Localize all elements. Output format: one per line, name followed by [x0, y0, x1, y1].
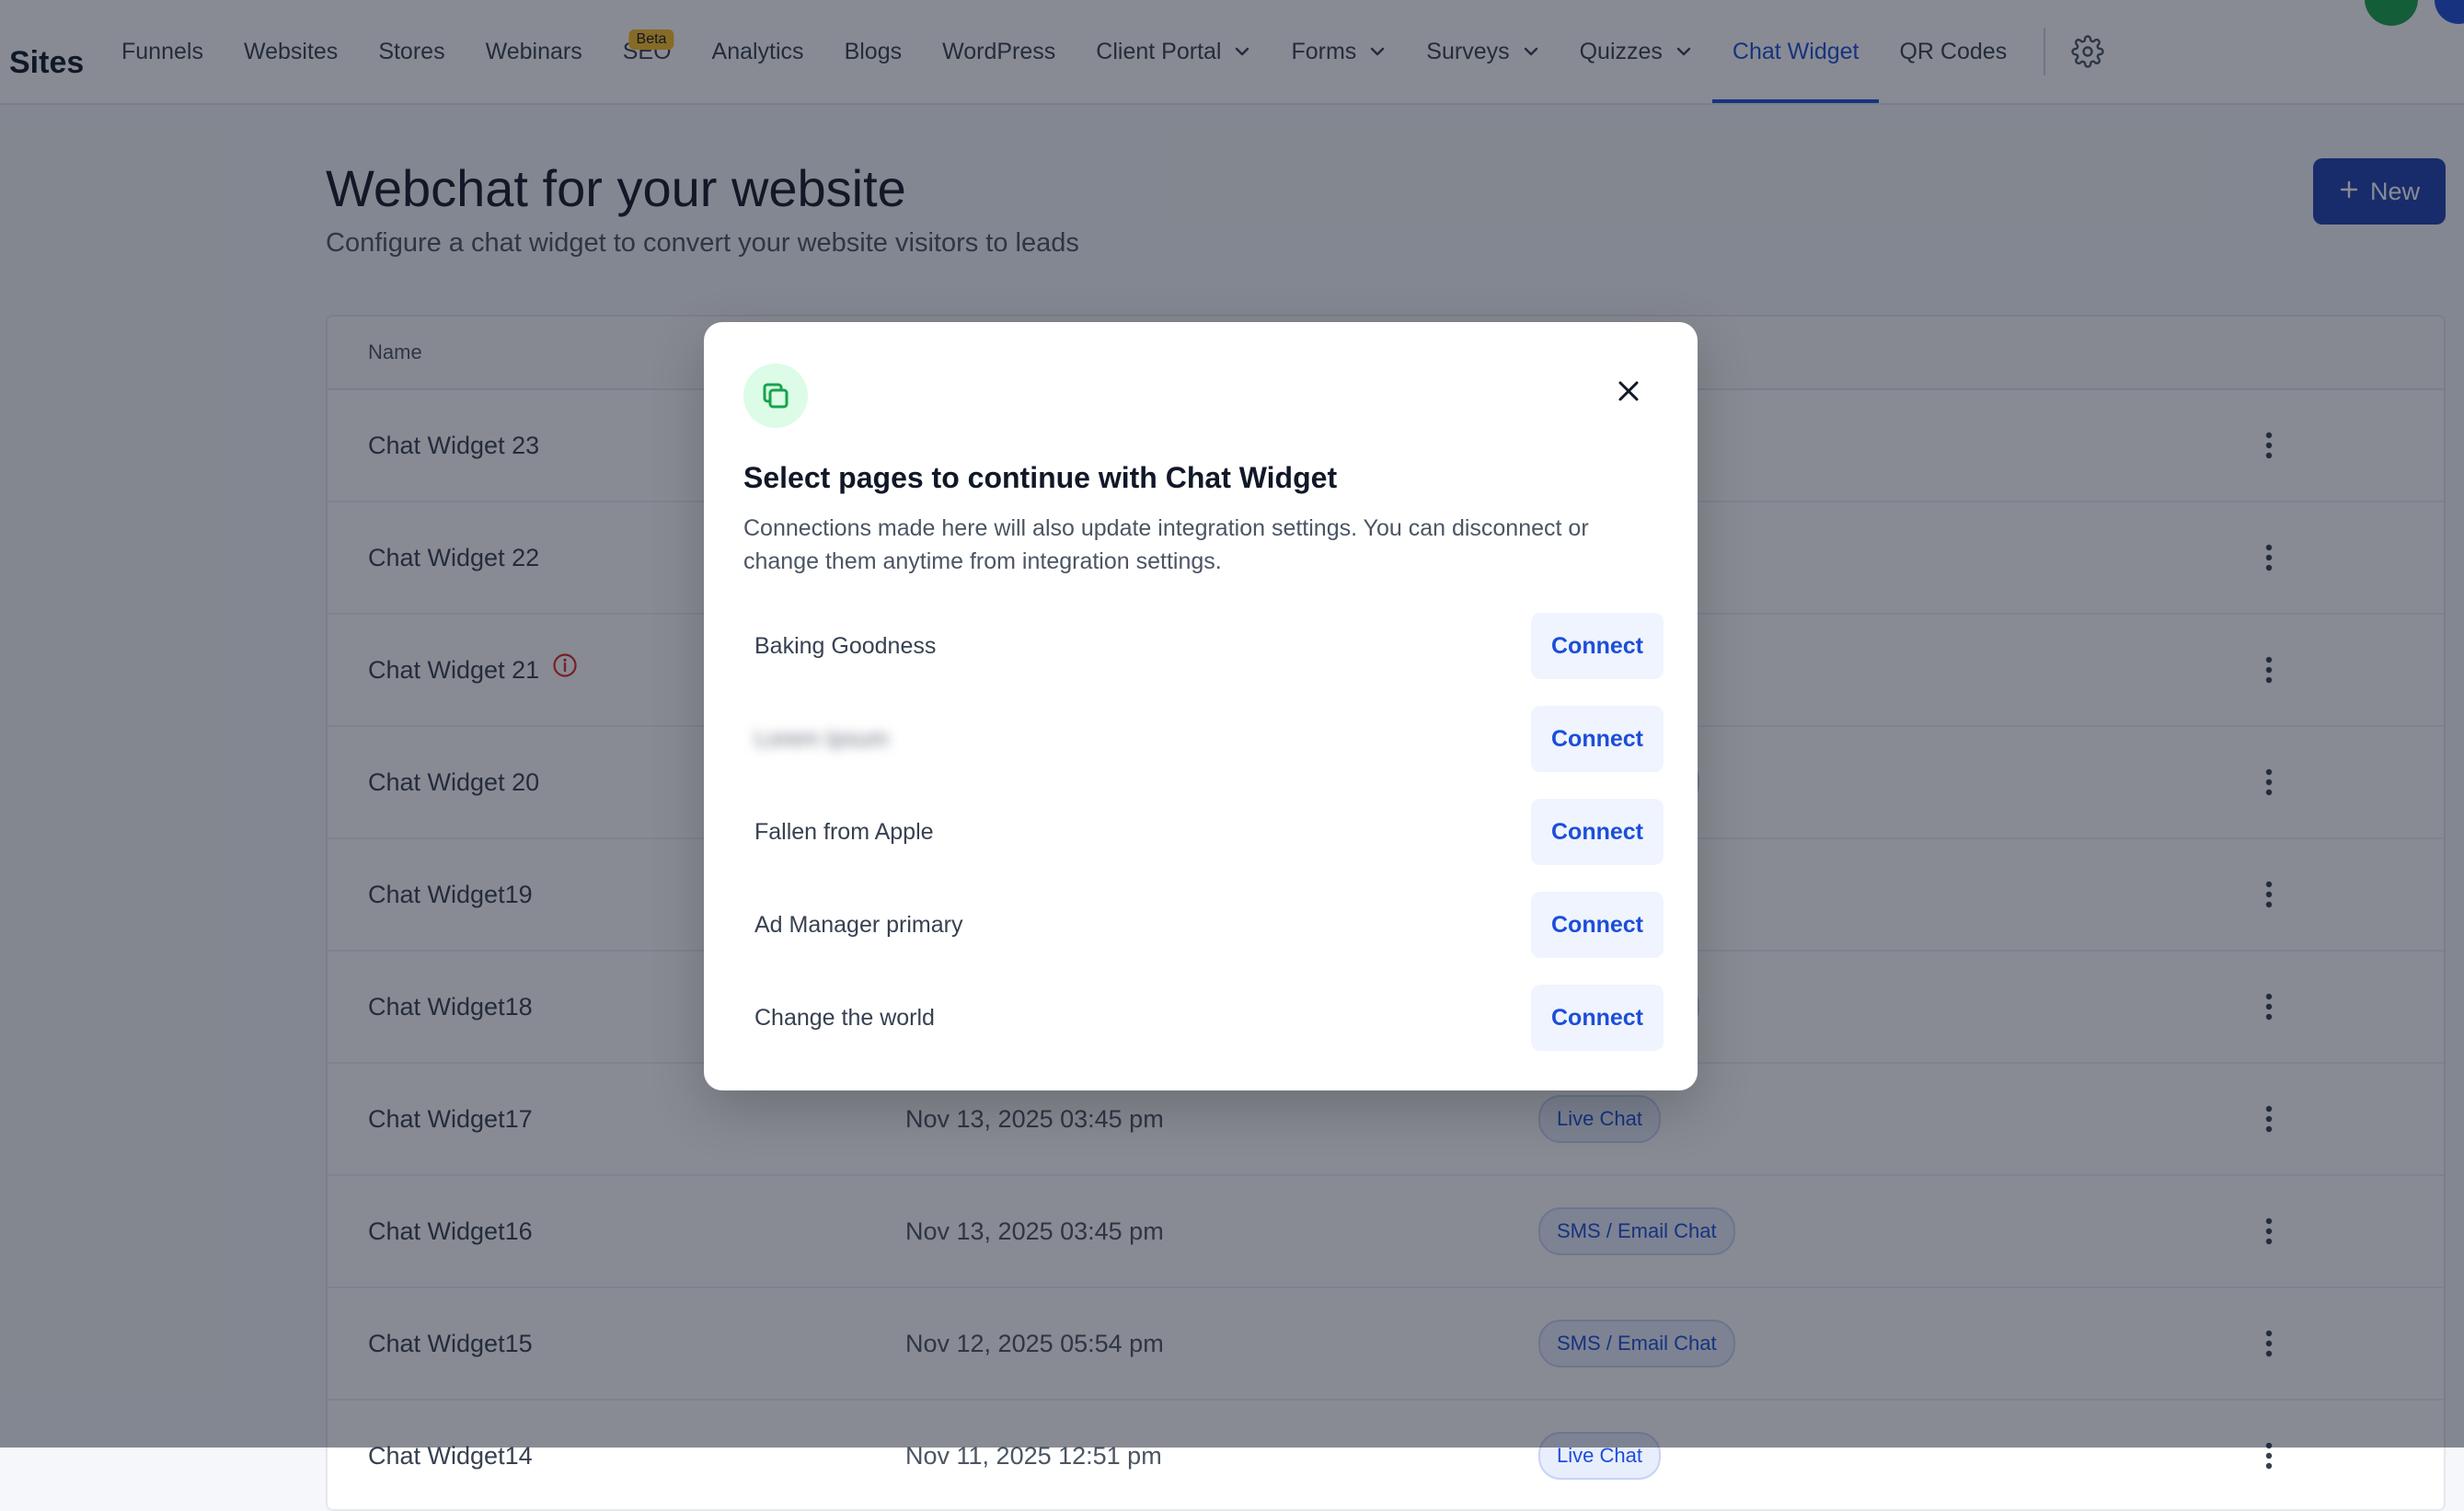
page-name: Baking Goodness — [754, 633, 937, 659]
pages-icon — [743, 363, 808, 428]
connect-button[interactable]: Connect — [1531, 892, 1664, 958]
connect-button[interactable]: Connect — [1531, 799, 1664, 865]
page-item: Ad Manager primary Connect — [743, 892, 1664, 985]
connect-button[interactable]: Connect — [1531, 706, 1664, 772]
page-item: Change the world Connect — [743, 985, 1664, 1078]
page-item: Fallen from Apple Connect — [743, 799, 1664, 892]
select-pages-modal: Select pages to continue with Chat Widge… — [704, 322, 1698, 1090]
page-name: Ad Manager primary — [754, 912, 963, 938]
close-icon[interactable] — [1610, 373, 1647, 409]
page-name: Fallen from Apple — [754, 819, 934, 845]
page-name: Change the world — [754, 1005, 935, 1031]
modal-title: Select pages to continue with Chat Widge… — [743, 461, 1338, 494]
page-item: Lorem Ipsum Connect — [743, 706, 1664, 799]
page-list: Baking Goodness Connect Lorem Ipsum Conn… — [743, 613, 1664, 1078]
connect-button[interactable]: Connect — [1531, 985, 1664, 1051]
page-item: Baking Goodness Connect — [743, 613, 1664, 706]
page-name: Lorem Ipsum — [754, 726, 889, 752]
modal-description: Connections made here will also update i… — [743, 515, 1589, 574]
connect-button[interactable]: Connect — [1531, 613, 1664, 679]
